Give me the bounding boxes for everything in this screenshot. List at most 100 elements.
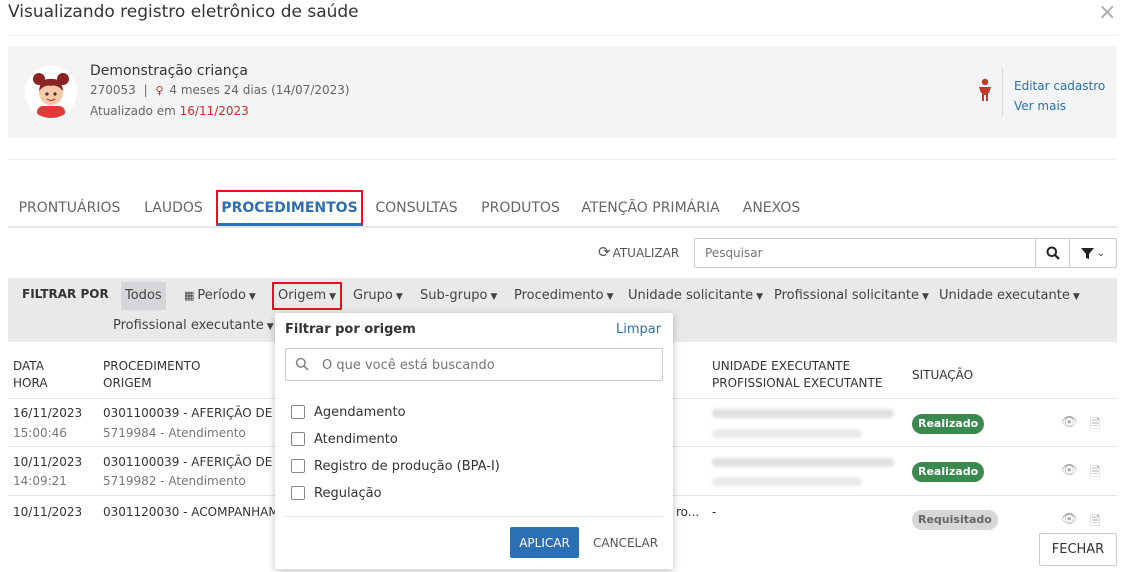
filter-unidade-solicitante-label: Unidade solicitante [628, 288, 754, 303]
avatar [25, 66, 77, 118]
chevron-down-icon: ▼ [329, 292, 337, 302]
dropdown-search[interactable] [285, 348, 663, 381]
tab-consultas[interactable]: CONSULTAS [363, 190, 470, 226]
chevron-down-icon: ▼ [921, 292, 929, 302]
option-label: Agendamento [314, 404, 406, 420]
tab-prontuarios[interactable]: PRONTUÁRIOS [8, 190, 131, 226]
tab-anexos[interactable]: ANEXOS [730, 190, 813, 226]
search-input[interactable] [694, 238, 1036, 268]
header-date: DATA HORA [13, 358, 48, 392]
chevron-down-icon: ▼ [248, 292, 256, 302]
search-icon [1046, 246, 1060, 260]
tab-procedimentos[interactable]: PROCEDIMENTOS [216, 190, 363, 226]
eye-icon[interactable]: 👁 [1061, 463, 1078, 478]
divider [285, 516, 663, 517]
filter-origem[interactable]: Origem ▼ [272, 282, 343, 310]
filter-profissional-executante-label: Profissional executante [113, 318, 264, 333]
checkbox[interactable] [291, 405, 305, 419]
origin-filter-dropdown: Filtrar por origem Limpar Agendamento At… [275, 313, 673, 569]
filter-button[interactable]: ⌄ [1069, 238, 1117, 268]
header-exec-prof-label: PROFISSIONAL EXECUTANTE [712, 376, 883, 390]
eye-icon[interactable]: 👁 [1061, 415, 1078, 430]
clear-link[interactable]: Limpar [616, 322, 661, 337]
header-exec: UNIDADE EXECUTANTE PROFISSIONAL EXECUTAN… [712, 358, 882, 392]
refresh-icon: ⟳ [598, 243, 611, 261]
divider [8, 35, 1117, 36]
header-date-label: DATA [13, 359, 44, 373]
chevron-down-icon: ▼ [606, 292, 614, 302]
patient-card: Demonstração criança 270053 | ♀ 4 meses … [8, 46, 1117, 138]
refresh-button[interactable]: ⟳ ATUALIZAR [598, 243, 679, 261]
patient-updated: Atualizado em 16/11/2023 [90, 104, 249, 118]
option-agendamento[interactable]: Agendamento [291, 403, 406, 421]
tab-atencao-primaria[interactable]: ATENÇÃO PRIMÁRIA [571, 190, 730, 226]
option-label: Registro de produção (BPA-I) [314, 458, 500, 474]
document-icon[interactable]: 🗎 [1090, 463, 1100, 485]
row-exec-unit: - [712, 505, 717, 519]
close-icon[interactable]: × [1098, 1, 1116, 25]
filter-procedimento-label: Procedimento [514, 288, 604, 303]
row-date: 10/11/2023 [13, 505, 83, 519]
close-button[interactable]: FECHAR [1039, 533, 1117, 566]
filter-all[interactable]: Todos [121, 282, 166, 310]
header-origin-label: ORIGEM [103, 376, 152, 390]
tab-laudos[interactable]: LAUDOS [131, 190, 216, 226]
status-badge: Realizado [912, 414, 985, 434]
document-icon[interactable]: 🗎 [1090, 415, 1100, 437]
chevron-down-icon: ▼ [1072, 292, 1080, 302]
chevron-down-icon: ▼ [490, 292, 498, 302]
row-date: 16/11/2023 [13, 406, 83, 420]
chevron-down-icon: ▼ [756, 292, 763, 302]
row-date: 10/11/2023 [13, 455, 83, 469]
filter-subgrupo-label: Sub-grupo [420, 288, 488, 303]
row-procedure-tail: ro... [676, 505, 700, 519]
filter-profissional-solicitante-label: Profissional solicitante [774, 288, 919, 303]
checkbox[interactable] [291, 432, 305, 446]
redacted-professional [712, 429, 862, 438]
filter-origem-label: Origem [278, 288, 327, 303]
row-origin: 5719984 - Atendimento [103, 426, 246, 440]
row-time: 15:00:46 [13, 426, 67, 440]
option-regulacao[interactable]: Regulação [291, 484, 382, 502]
status-badge: Realizado [912, 462, 985, 482]
filter-profissional-executante[interactable]: Profissional executante ▼ [109, 312, 278, 340]
cancel-button[interactable]: CANCELAR [587, 527, 659, 558]
filter-unidade-executante[interactable]: Unidade executante ▼ [935, 282, 1084, 310]
status-badge: Requisitado [912, 510, 998, 530]
option-registro-producao[interactable]: Registro de produção (BPA-I) [291, 457, 500, 475]
updated-label: Atualizado em [90, 104, 176, 118]
filter-subgrupo[interactable]: Sub-grupo ▼ [416, 282, 501, 310]
option-label: Atendimento [314, 431, 398, 447]
row-procedure: 0301100039 - AFERIÇÃO DE P [103, 455, 284, 469]
tab-produtos[interactable]: PRODUTOS [470, 190, 571, 226]
filter-procedimento[interactable]: Procedimento ▼ [510, 282, 618, 310]
search-button[interactable] [1035, 238, 1070, 268]
redacted-professional [712, 477, 862, 486]
option-atendimento[interactable]: Atendimento [291, 430, 398, 448]
patient-id: 270053 [90, 83, 136, 97]
dropdown-search-input[interactable] [320, 355, 650, 375]
checkbox[interactable] [291, 459, 305, 473]
see-more-link[interactable]: Ver mais [1014, 99, 1066, 113]
filter-profissional-solicitante[interactable]: Profissional solicitante ▼ [770, 282, 933, 310]
eye-icon[interactable]: 👁 [1061, 512, 1078, 527]
filter-label: FILTRAR POR [22, 287, 109, 301]
chevron-down-icon: ▼ [266, 322, 274, 332]
filter-unidade-solicitante[interactable]: Unidade solicitante ▼ [624, 282, 767, 310]
apply-button[interactable]: APLICAR [510, 527, 579, 558]
document-icon[interactable]: 🗎 [1090, 512, 1100, 534]
calendar-icon: ▦ [184, 289, 195, 302]
checkbox[interactable] [291, 486, 305, 500]
filter-unidade-executante-label: Unidade executante [939, 288, 1070, 303]
row-procedure: 0301120030 - ACOMPANHAM [103, 505, 279, 519]
female-icon: ♀ [155, 84, 164, 97]
filter-grupo[interactable]: Grupo ▼ [349, 282, 407, 310]
redacted-unit [712, 409, 894, 418]
search-icon [295, 357, 309, 371]
refresh-label: ATUALIZAR [612, 246, 680, 260]
header-procedure: PROCEDIMENTO ORIGEM [103, 358, 200, 392]
divider [1002, 68, 1003, 116]
filter-periodo[interactable]: ▦ Período ▼ [180, 282, 260, 310]
row-procedure: 0301100039 - AFERIÇÃO DE P [103, 406, 284, 420]
edit-profile-link[interactable]: Editar cadastro [1014, 79, 1105, 93]
